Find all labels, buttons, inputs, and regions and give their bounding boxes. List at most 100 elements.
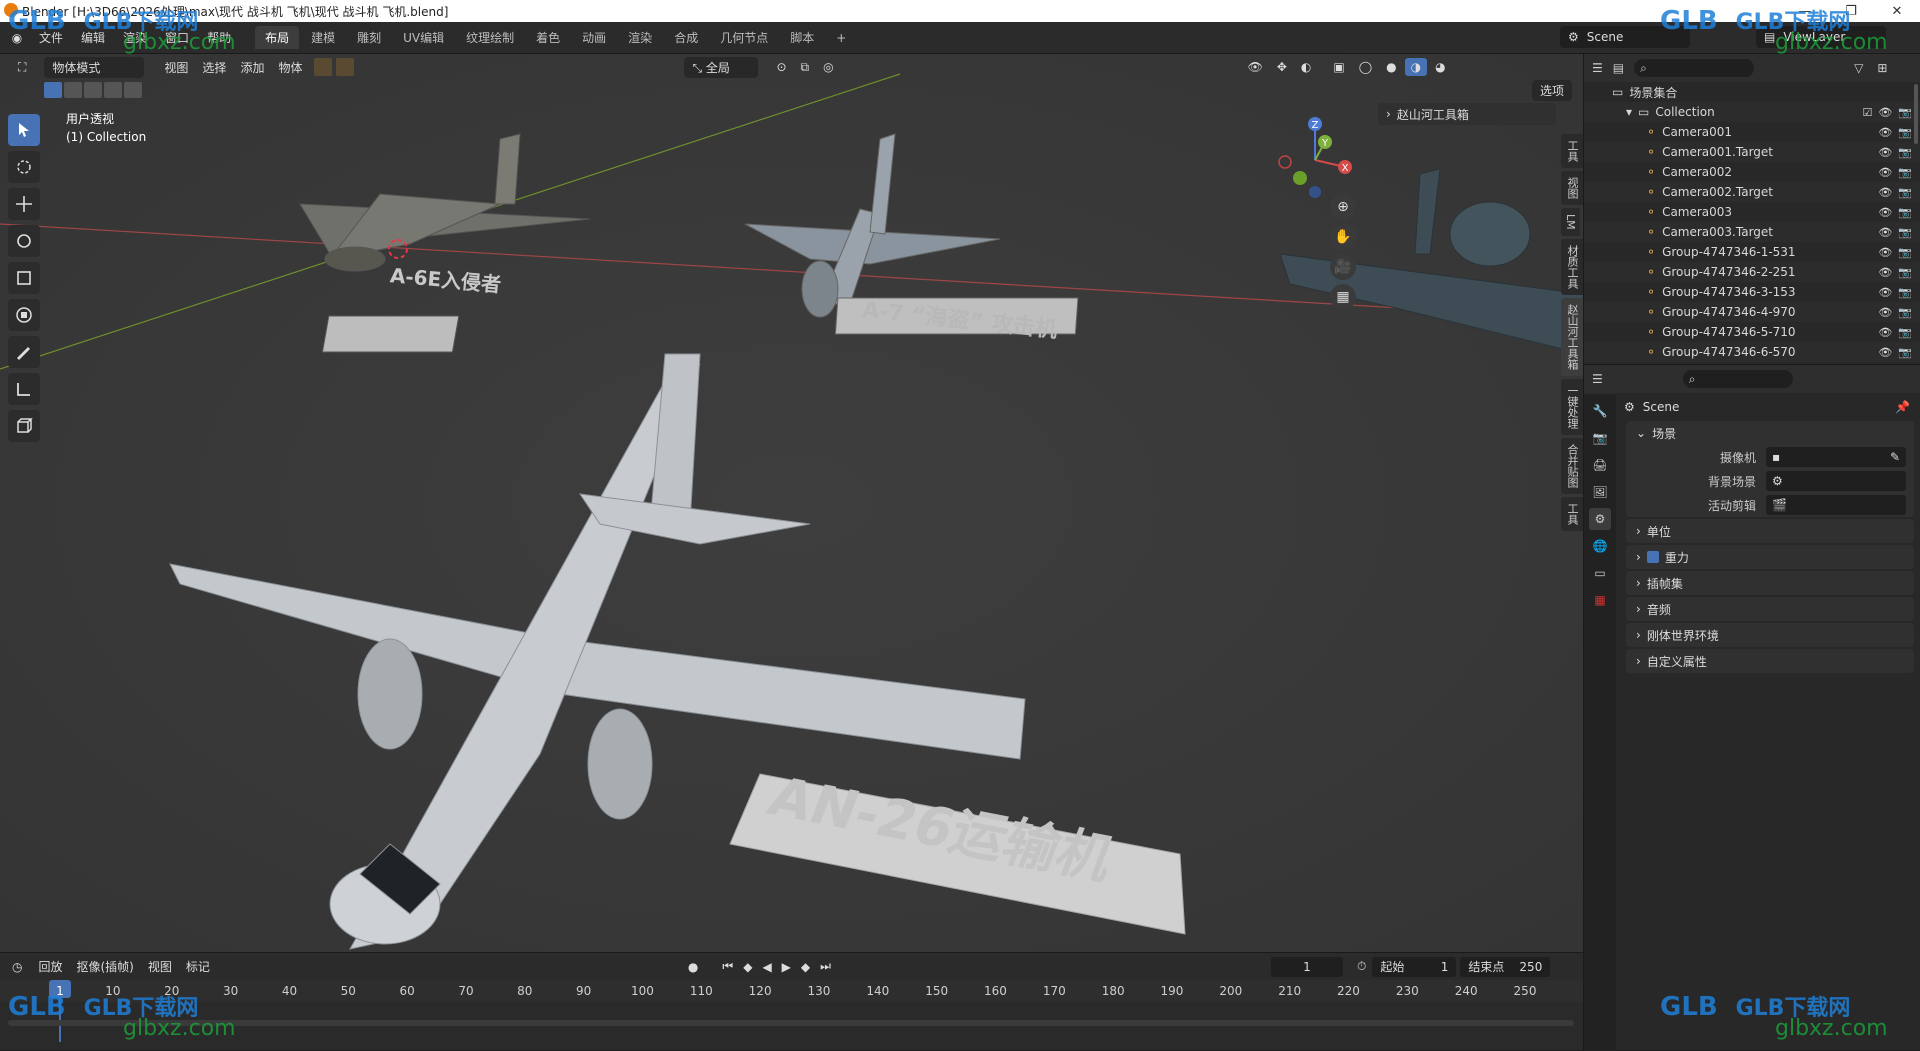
sidebar-tab-tools[interactable]: 工具 xyxy=(1561,496,1583,531)
menu-add[interactable]: 添加 xyxy=(234,57,270,78)
gravity-panel-header[interactable]: › 重力 xyxy=(1626,545,1914,569)
properties-editor-icon[interactable]: ☰ xyxy=(1592,372,1603,386)
scene-panel-header[interactable]: ⌄ 场景 xyxy=(1626,421,1914,445)
move-tool[interactable] xyxy=(8,188,40,220)
3d-viewport[interactable]: ⛶ 物体模式 视图 选择 添加 物体 ⤡ 全局 ⊙ ⧉ ◎ 👁 ✥ ◐ ▣ ◯ … xyxy=(0,54,1583,952)
texture-tab-icon[interactable]: ▦ xyxy=(1589,589,1611,611)
shading-wireframe-icon[interactable]: ◯ xyxy=(1353,58,1378,76)
add-cube-tool[interactable] xyxy=(8,410,40,442)
tab-uv-editing[interactable]: UV编辑 xyxy=(393,26,454,49)
jump-end-icon[interactable]: ⏭ xyxy=(820,959,831,974)
jump-start-icon[interactable]: ⏮ xyxy=(722,959,733,974)
timeline-editor-icon[interactable]: ◷ xyxy=(12,960,22,974)
properties-search-field[interactable]: ⌕ xyxy=(1682,370,1793,388)
collection-tab-icon[interactable]: ▭ xyxy=(1589,562,1611,584)
sidebar-tab-one-click[interactable]: 一键处理 xyxy=(1561,378,1583,435)
select-extend-icon[interactable] xyxy=(64,82,82,98)
camera-icon[interactable]: 📷 xyxy=(1898,126,1912,139)
units-panel-header[interactable]: › 单位 xyxy=(1626,519,1914,543)
outliner-item[interactable]: ⚬ Group-4747346-4-970 👁 📷 xyxy=(1584,302,1920,322)
outliner-item[interactable]: ⚬ Camera003 👁 📷 xyxy=(1584,202,1920,222)
tab-texture-paint[interactable]: 纹理绘制 xyxy=(456,26,524,49)
preview-range-icon[interactable]: ⏱ xyxy=(1357,959,1366,974)
select-invert-icon[interactable] xyxy=(104,82,122,98)
audio-panel[interactable]: › 音频 xyxy=(1626,597,1914,621)
units-panel[interactable]: › 单位 xyxy=(1626,519,1914,543)
record-icon[interactable]: ● xyxy=(688,960,698,974)
options-dropdown[interactable]: 选项 xyxy=(1532,80,1573,101)
camera-icon[interactable]: 📷 xyxy=(1898,286,1912,299)
collection-expand-icon[interactable]: ▾ xyxy=(1626,105,1632,119)
timeline-view-menu[interactable]: 视图 xyxy=(142,956,178,977)
active-clip-field[interactable]: 🎬 xyxy=(1766,495,1906,515)
custom-properties-panel-header[interactable]: › 自定义属性 xyxy=(1626,649,1914,673)
scale-tool[interactable] xyxy=(8,262,40,294)
frame-start-field[interactable]: 起始 1 xyxy=(1372,956,1457,977)
markers-menu[interactable]: 标记 xyxy=(180,956,216,977)
camera-icon[interactable]: 📷 xyxy=(1898,206,1912,219)
camera-icon[interactable]: 📷 xyxy=(1898,226,1912,239)
visibility-icon[interactable]: 👁 xyxy=(1242,58,1269,76)
eye-icon[interactable]: 👁 xyxy=(1878,206,1892,219)
sidebar-tab-zhao-toolbox[interactable]: 赵山河工具箱 xyxy=(1561,297,1583,376)
rigid-body-world-panel[interactable]: › 刚体世界环境 xyxy=(1626,623,1914,647)
outliner-item[interactable]: ⚬ Camera003.Target 👁 📷 xyxy=(1584,222,1920,242)
outliner-item[interactable]: ⚬ Group-4747346-1-531 👁 📷 xyxy=(1584,242,1920,262)
outliner-collection[interactable]: ▾ ▭ Collection ☑ 👁 📷 xyxy=(1584,102,1920,122)
shading-solid-icon[interactable]: ● xyxy=(1380,58,1402,76)
tab-geometry-nodes[interactable]: 几何节点 xyxy=(710,26,778,49)
fbx-export-icon[interactable] xyxy=(336,58,355,76)
camera-icon[interactable]: 📷 xyxy=(1898,186,1912,199)
eye-icon[interactable]: 👁 xyxy=(1878,326,1892,339)
outliner-editor-icon[interactable]: ☰ xyxy=(1592,61,1603,75)
current-frame-field[interactable]: 1 xyxy=(1270,956,1343,977)
checkbox-icon[interactable]: ☑ xyxy=(1862,106,1872,119)
select-intersect-icon[interactable] xyxy=(124,82,142,98)
rotate-tool[interactable] xyxy=(8,225,40,257)
sidebar-tab-lm[interactable]: LM xyxy=(1561,208,1580,236)
navigation-gizmo[interactable]: Z X Y xyxy=(1270,112,1360,202)
gravity-checkbox[interactable] xyxy=(1646,551,1659,563)
eye-icon[interactable]: 👁 xyxy=(1878,126,1892,139)
outliner-item[interactable]: ⚬ Group-4747346-5-710 👁 📷 xyxy=(1584,322,1920,342)
audio-panel-header[interactable]: › 音频 xyxy=(1626,597,1914,621)
camera-icon[interactable]: 📷 xyxy=(1898,166,1912,179)
eye-icon[interactable]: 👁 xyxy=(1878,106,1892,119)
tab-scripting[interactable]: 脚本 xyxy=(780,26,824,49)
rigid-body-world-panel-header[interactable]: › 刚体世界环境 xyxy=(1626,623,1914,647)
view-layer-tab-icon[interactable]: 🖼 xyxy=(1589,481,1611,503)
camera-field[interactable]: ▪ ✎ xyxy=(1766,447,1906,467)
playback-menu[interactable]: 回放 xyxy=(32,956,68,977)
menu-view[interactable]: 视图 xyxy=(158,57,194,78)
eye-icon[interactable]: 👁 xyxy=(1878,146,1892,159)
tab-rendering[interactable]: 渲染 xyxy=(618,26,662,49)
proportional-edit-icon[interactable]: ◎ xyxy=(817,58,839,76)
pivot-icon[interactable]: ⊙ xyxy=(770,58,792,76)
measure-tool[interactable] xyxy=(8,373,40,405)
eye-icon[interactable]: 👁 xyxy=(1878,266,1892,279)
world-tab-icon[interactable]: 🌐 xyxy=(1589,535,1611,557)
timeline-scrollbar[interactable] xyxy=(8,1020,1574,1026)
new-collection-icon[interactable]: ⊞ xyxy=(1877,61,1887,75)
frame-ruler[interactable]: 1 10 20 30 40 50 60 70 80 90 100 110 120 130 140 150 160… xyxy=(0,980,1583,1002)
camera-icon[interactable]: 📷 xyxy=(1898,146,1912,159)
eye-icon[interactable]: 👁 xyxy=(1878,246,1892,259)
menu-object[interactable]: 物体 xyxy=(272,57,308,78)
mode-dropdown[interactable]: 物体模式 xyxy=(44,56,145,78)
play-reverse-icon[interactable]: ◀ xyxy=(762,960,771,974)
outliner-item[interactable]: ⚬ Group-4747346-6-570 👁 📷 xyxy=(1584,342,1920,362)
camera-icon[interactable]: 📷 xyxy=(1898,246,1912,259)
eye-icon[interactable]: 👁 xyxy=(1878,306,1892,319)
next-key-icon[interactable]: ◆ xyxy=(801,960,810,974)
camera-view-icon[interactable]: 🎥 xyxy=(1330,254,1356,280)
frame-end-field[interactable]: 结束点 250 xyxy=(1460,956,1551,977)
menu-select[interactable]: 选择 xyxy=(196,57,232,78)
camera-icon[interactable]: 📷 xyxy=(1898,306,1912,319)
overlay-toggle-icon[interactable]: ◐ xyxy=(1295,58,1317,76)
outliner-item[interactable]: ⚬ Camera002 👁 📷 xyxy=(1584,162,1920,182)
outliner-item[interactable]: ⚬ Camera001.Target 👁 📷 xyxy=(1584,142,1920,162)
tab-sculpting[interactable]: 雕刻 xyxy=(347,26,391,49)
eye-icon[interactable]: 👁 xyxy=(1878,346,1892,359)
add-workspace-button[interactable]: + xyxy=(826,28,856,48)
eye-icon[interactable]: 👁 xyxy=(1878,186,1892,199)
